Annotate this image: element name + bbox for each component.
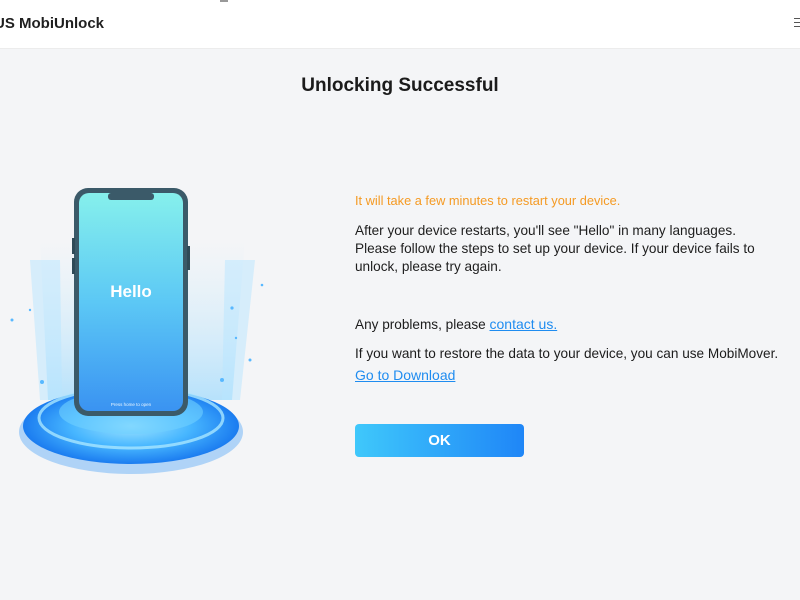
phone-footer-text: Press home to open [111,402,152,407]
restart-instructions: After your device restarts, you'll see "… [355,223,755,274]
page-title: Unlocking Successful [301,75,499,96]
app-title: US MobiUnlock [0,15,105,32]
title-bar: US MobiUnlock [0,0,800,49]
drag-handle[interactable] [220,0,228,2]
phone-illustration: Hello Press home to open [0,150,290,490]
contact-us-link[interactable]: contact us. [490,316,558,332]
restart-warning: It will take a few minutes to restart yo… [355,193,621,208]
problems-text: Any problems, please [355,317,490,332]
problems-line: Any problems, please contact us. [355,315,557,334]
phone-hello-text: Hello [110,282,152,301]
restore-text: If you want to restore the data to your … [355,346,779,361]
instructions-panel: It will take a few minutes to restart yo… [355,192,778,383]
ok-button[interactable]: OK [355,424,524,457]
go-to-download-link[interactable]: Go to Download [355,367,455,383]
hamburger-menu-icon[interactable] [794,18,800,28]
